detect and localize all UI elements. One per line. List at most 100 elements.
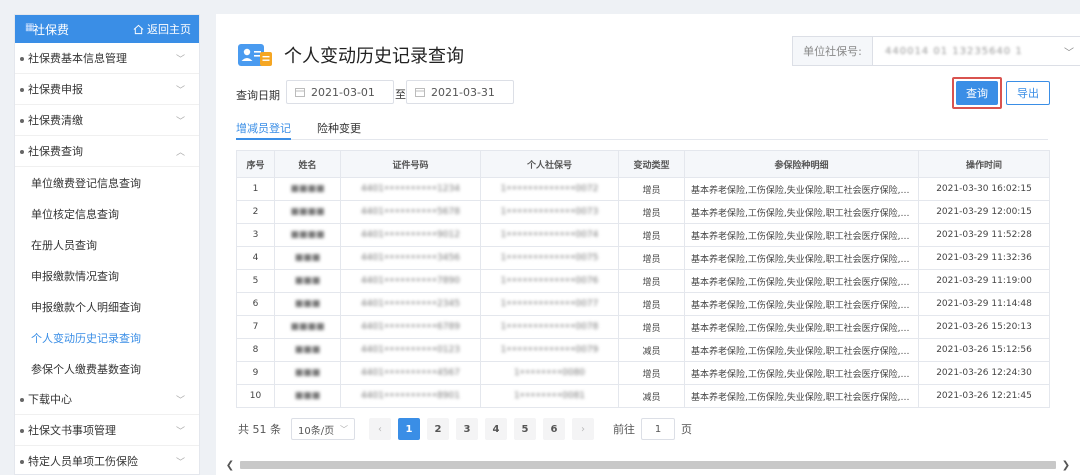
table-row[interactable]: 7 ■■■■ 4401••••••••••6789 1•••••••••••••007… (236, 315, 1050, 339)
insurance-detail: 基本养老保险,工伤保险,失业保险,职工社会医疗保险,职... (684, 361, 919, 385)
date-from-input[interactable]: 2021-03-01 (286, 80, 394, 104)
sidebar-section-label-wrap: 社保费申报 (20, 81, 83, 97)
date-from-value: 2021-03-01 (311, 85, 375, 99)
tab-insurance-change[interactable]: 险种变更 (317, 116, 361, 140)
total-count: 共 51 条 (238, 423, 281, 436)
export-button[interactable]: 导出 (1006, 81, 1050, 105)
insurance-detail: 基本养老保险,工伤保险,失业保险,职工社会医疗保险,职... (684, 246, 919, 270)
sidebar-sub-item[interactable]: 在册人员查询 (15, 229, 199, 260)
next-page-button[interactable]: › (572, 418, 594, 440)
table-row[interactable]: 1 ■■■■ 4401••••••••••1234 1•••••••••••••007… (236, 177, 1050, 201)
page-number-button[interactable]: 6 (543, 418, 565, 440)
table-row[interactable]: 10 ■■■ 4401••••••••••8901 1••••••••0081 减员 基本… (236, 384, 1050, 408)
person-name: ■■■■ (274, 177, 341, 201)
social-security-number: 1••••••••0081 (480, 384, 619, 408)
table-header-row: 序号 姓名 证件号码 个人社保号 变动类型 参保险种明细 操作时间 (236, 150, 1050, 178)
table-row[interactable]: 9 ■■■ 4401••••••••••4567 1••••••••0080 增员 基本养… (236, 361, 1050, 385)
tab-staff-change[interactable]: 增减员登记 (236, 116, 291, 140)
sidebar-section-item[interactable]: 社保文书事项管理 ﹀ (15, 415, 199, 446)
bullet-icon (20, 150, 24, 154)
page-number-button[interactable]: 3 (456, 418, 478, 440)
table-row[interactable]: 8 ■■■ 4401••••••••••0123 1•••••••••••••0079… (236, 338, 1050, 362)
change-type: 增员 (618, 223, 685, 247)
person-name-value: ■■■■ (290, 184, 325, 194)
sidebar-section-item[interactable]: 社保费清缴 ﹀ (15, 105, 199, 136)
sidebar-sub-item[interactable]: 申报缴款情况查询 (15, 260, 199, 291)
tab-bar: 增减员登记 险种变更 (236, 116, 1048, 140)
sidebar-section-label: 特定人员单项工伤保险 (28, 455, 138, 468)
social-security-number: 1•••••••••••••0079 (480, 338, 619, 362)
id-number-value: 4401••••••••••2345 (361, 299, 460, 309)
operation-time: 2021-03-30 16:02:15 (918, 177, 1050, 201)
person-name-value: ■■■ (294, 299, 321, 309)
operation-time: 2021-03-26 12:21:45 (918, 384, 1050, 408)
person-name-value: ■■■ (294, 276, 321, 286)
sidebar-section-item[interactable]: 下载中心 ﹀ (15, 384, 199, 415)
operation-time: 2021-03-29 11:19:00 (918, 269, 1050, 293)
row-number: 8 (236, 338, 275, 362)
social-security-number: 1•••••••••••••0072 (480, 177, 619, 201)
sidebar-sub-item[interactable]: 单位缴费登记信息查询 (15, 167, 199, 198)
calendar-icon (415, 88, 425, 97)
scrollbar-thumb[interactable] (240, 461, 1056, 469)
scroll-right-icon[interactable]: ❯ (1060, 460, 1072, 471)
person-name: ■■■ (274, 361, 341, 385)
row-number: 6 (236, 292, 275, 316)
id-number: 4401••••••••••5678 (340, 200, 481, 224)
id-number: 4401••••••••••0123 (340, 338, 481, 362)
date-to-input[interactable]: 2021-03-31 (406, 80, 514, 104)
person-name-value: ■■■ (294, 345, 321, 355)
table-row[interactable]: 6 ■■■ 4401••••••••••2345 1•••••••••••••0077… (236, 292, 1050, 316)
sidebar-section-item[interactable]: 社保费申报 ﹀ (15, 74, 199, 105)
social-security-number-value: 1•••••••••••••0076 (500, 276, 599, 286)
id-number-value: 4401••••••••••3456 (361, 253, 460, 263)
table-row[interactable]: 5 ■■■ 4401••••••••••7890 1•••••••••••••0076… (236, 269, 1050, 293)
table-row[interactable]: 3 ■■■■ 4401••••••••••9012 1•••••••••••••007… (236, 223, 1050, 247)
chevron-down-icon: ﹀ (340, 424, 348, 434)
id-number: 4401••••••••••7890 (340, 269, 481, 293)
sidebar-section-item[interactable]: 特定人员单项工伤保险 ﹀ (15, 446, 199, 474)
id-number: 4401••••••••••4567 (340, 361, 481, 385)
sidebar-section-label-wrap: 社保文书事项管理 (20, 422, 116, 438)
sidebar-sub-item[interactable]: 申报缴款个人明细查询 (15, 291, 199, 322)
page-size-select[interactable]: 10条/页 ﹀ (291, 418, 355, 440)
sidebar-sub-item[interactable]: 个人变动历史记录查询 (15, 322, 199, 353)
home-link[interactable]: 返回主页 (133, 21, 191, 37)
page-number-button[interactable]: 4 (485, 418, 507, 440)
id-number: 4401••••••••••3456 (340, 246, 481, 270)
chevron-icon: ﹀ (175, 116, 185, 127)
social-security-number-value: 1•••••••••••••0079 (500, 345, 599, 355)
unit-number-select[interactable]: 单位社保号: 440014 01 13235640 1 ﹀ (792, 36, 1080, 66)
goto-page-input[interactable]: 1 (641, 418, 675, 440)
person-name-value: ■■■ (294, 391, 321, 401)
social-security-number: 1•••••••••••••0074 (480, 223, 619, 247)
table-row[interactable]: 2 ■■■■ 4401••••••••••5678 1•••••••••••••007… (236, 200, 1050, 224)
insurance-detail: 基本养老保险,工伤保险,失业保险,职工社会医疗保险,职... (684, 315, 919, 339)
main-panel: 个人变动历史记录查询 单位社保号: 440014 01 13235640 1 ﹀… (216, 14, 1080, 475)
id-number-value: 4401••••••••••8901 (361, 391, 460, 401)
scroll-left-icon[interactable]: ❮ (224, 460, 236, 471)
sidebar-section-item[interactable]: 社保费查询 ︿ (15, 136, 199, 167)
column-header: 证件号码 (340, 150, 481, 178)
page-number-button[interactable]: 1 (398, 418, 420, 440)
row-number: 3 (236, 223, 275, 247)
person-name: ■■■■ (274, 200, 341, 224)
query-button[interactable]: 查询 (956, 81, 998, 105)
page-number-button[interactable]: 5 (514, 418, 536, 440)
prev-page-button[interactable]: ‹ (369, 418, 391, 440)
sidebar-section-label: 社保费查询 (28, 145, 83, 158)
sidebar-sub-item[interactable]: 参保个人缴费基数查询 (15, 353, 199, 384)
row-number: 1 (236, 177, 275, 201)
bullet-icon (20, 398, 24, 402)
sidebar-section-item[interactable]: 社保费基本信息管理 ﹀ (15, 43, 199, 74)
chevron-icon: ﹀ (175, 457, 185, 468)
sidebar-sub-item[interactable]: 单位核定信息查询 (15, 198, 199, 229)
id-number-value: 4401••••••••••0123 (361, 345, 460, 355)
table-row[interactable]: 4 ■■■ 4401••••••••••3456 1•••••••••••••0075… (236, 246, 1050, 270)
page-number-button[interactable]: 2 (427, 418, 449, 440)
social-security-number-value: 1•••••••••••••0077 (500, 299, 599, 309)
chevron-icon: ﹀ (175, 54, 185, 65)
horizontal-scrollbar[interactable]: ❮ ❯ (224, 458, 1072, 472)
social-security-number: 1•••••••••••••0078 (480, 315, 619, 339)
page-numbers: 123456 (398, 418, 572, 440)
